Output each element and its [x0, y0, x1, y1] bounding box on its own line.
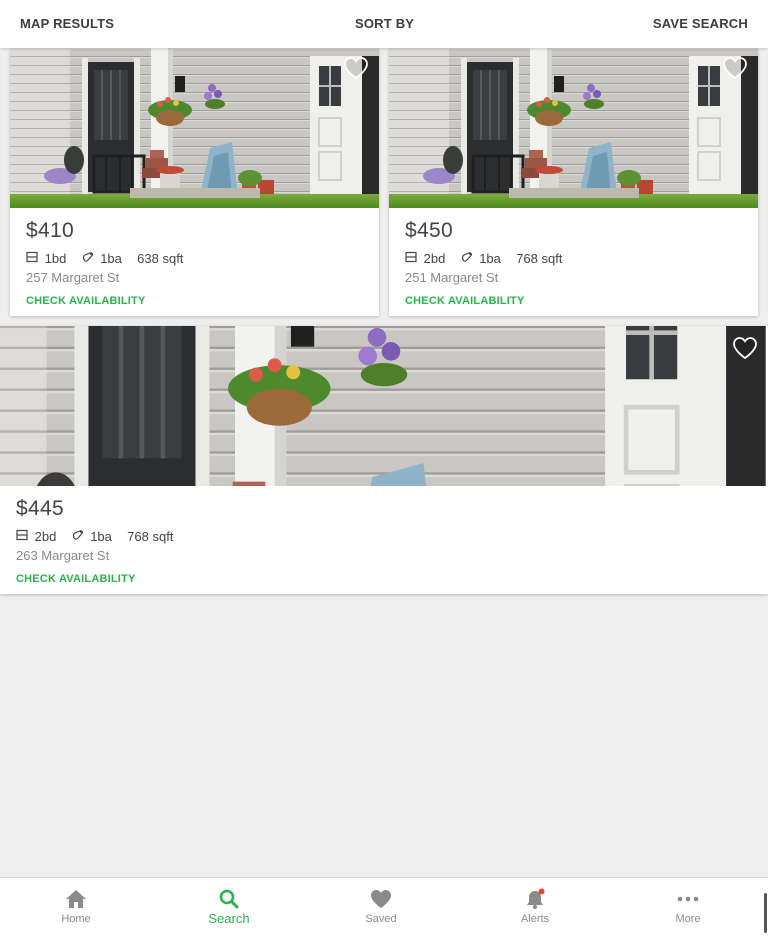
listing-card[interactable]: $410 1bd 1ba 638 sqft 257 Margaret St CH…	[10, 48, 379, 316]
listing-price: $410	[26, 219, 74, 242]
bath-icon	[72, 529, 87, 545]
nav-alerts[interactable]: Alerts	[485, 878, 585, 936]
listing-price: $450	[405, 219, 453, 242]
listing-specs: 2bd 1ba 768 sqft	[16, 528, 752, 544]
favorite-heart-icon[interactable]	[343, 56, 369, 80]
bath-icon	[82, 251, 97, 267]
nav-saved-label: Saved	[365, 913, 397, 925]
check-availability-link[interactable]: CHECK AVAILABILITY	[16, 572, 752, 586]
heart-icon	[371, 890, 391, 908]
nav-more-label: More	[675, 913, 701, 925]
bed-icon	[405, 251, 420, 267]
nav-search-label: Search	[208, 911, 250, 926]
favorite-heart-icon[interactable]	[732, 336, 758, 360]
listing-address: 263 Margaret St	[16, 548, 110, 563]
listing-specs: 2bd 1ba 768 sqft	[405, 250, 742, 266]
nav-alerts-label: Alerts	[520, 913, 550, 925]
bed-icon	[26, 251, 41, 267]
bottom-navigation: Home Search Saved Alerts More	[0, 877, 768, 936]
scrollbar[interactable]	[764, 893, 767, 933]
sqft-value: 768 sqft	[127, 528, 174, 544]
save-search-button[interactable]: SAVE SEARCH	[653, 0, 748, 48]
listing-address: 257 Margaret St	[26, 270, 120, 285]
check-availability-link[interactable]: CHECK AVAILABILITY	[26, 294, 363, 308]
top-toolbar: MAP RESULTS SORT BY SAVE SEARCH	[0, 0, 768, 48]
listing-photo[interactable]	[10, 48, 379, 208]
nav-saved[interactable]: Saved	[331, 878, 431, 936]
beds-value: 2bd	[34, 528, 57, 544]
bell-icon	[527, 888, 545, 909]
nav-search[interactable]: Search	[179, 878, 279, 936]
listing-card[interactable]: $445 2bd 1ba 768 sqft 263 Margaret St CH…	[0, 326, 768, 594]
listing-photo[interactable]	[0, 326, 768, 486]
favorite-heart-icon[interactable]	[722, 56, 748, 80]
beds-value: 2bd	[423, 250, 446, 266]
listing-address: 251 Margaret St	[405, 270, 499, 285]
nav-home[interactable]: Home	[26, 878, 126, 936]
more-icon	[677, 896, 699, 902]
map-results-button[interactable]: MAP RESULTS	[20, 0, 114, 48]
listing-specs: 1bd 1ba 638 sqft	[26, 250, 363, 266]
sort-by-button[interactable]: SORT BY	[355, 0, 414, 48]
baths-value: 1ba	[90, 528, 112, 544]
nav-more[interactable]: More	[638, 878, 738, 936]
check-availability-link[interactable]: CHECK AVAILABILITY	[405, 294, 742, 308]
search-icon	[219, 889, 239, 909]
listing-photo[interactable]	[389, 48, 758, 208]
sqft-value: 768 sqft	[516, 250, 563, 266]
baths-value: 1ba	[100, 250, 122, 266]
sqft-value: 638 sqft	[137, 250, 184, 266]
notification-dot	[538, 888, 545, 895]
listing-price: $445	[16, 497, 64, 520]
home-icon	[66, 890, 86, 908]
bed-icon	[16, 529, 31, 545]
baths-value: 1ba	[479, 250, 501, 266]
bath-icon	[461, 251, 476, 267]
listing-card[interactable]: $450 2bd 1ba 768 sqft 251 Margaret St CH…	[389, 48, 758, 316]
nav-home-label: Home	[61, 913, 91, 925]
beds-value: 1bd	[44, 250, 67, 266]
